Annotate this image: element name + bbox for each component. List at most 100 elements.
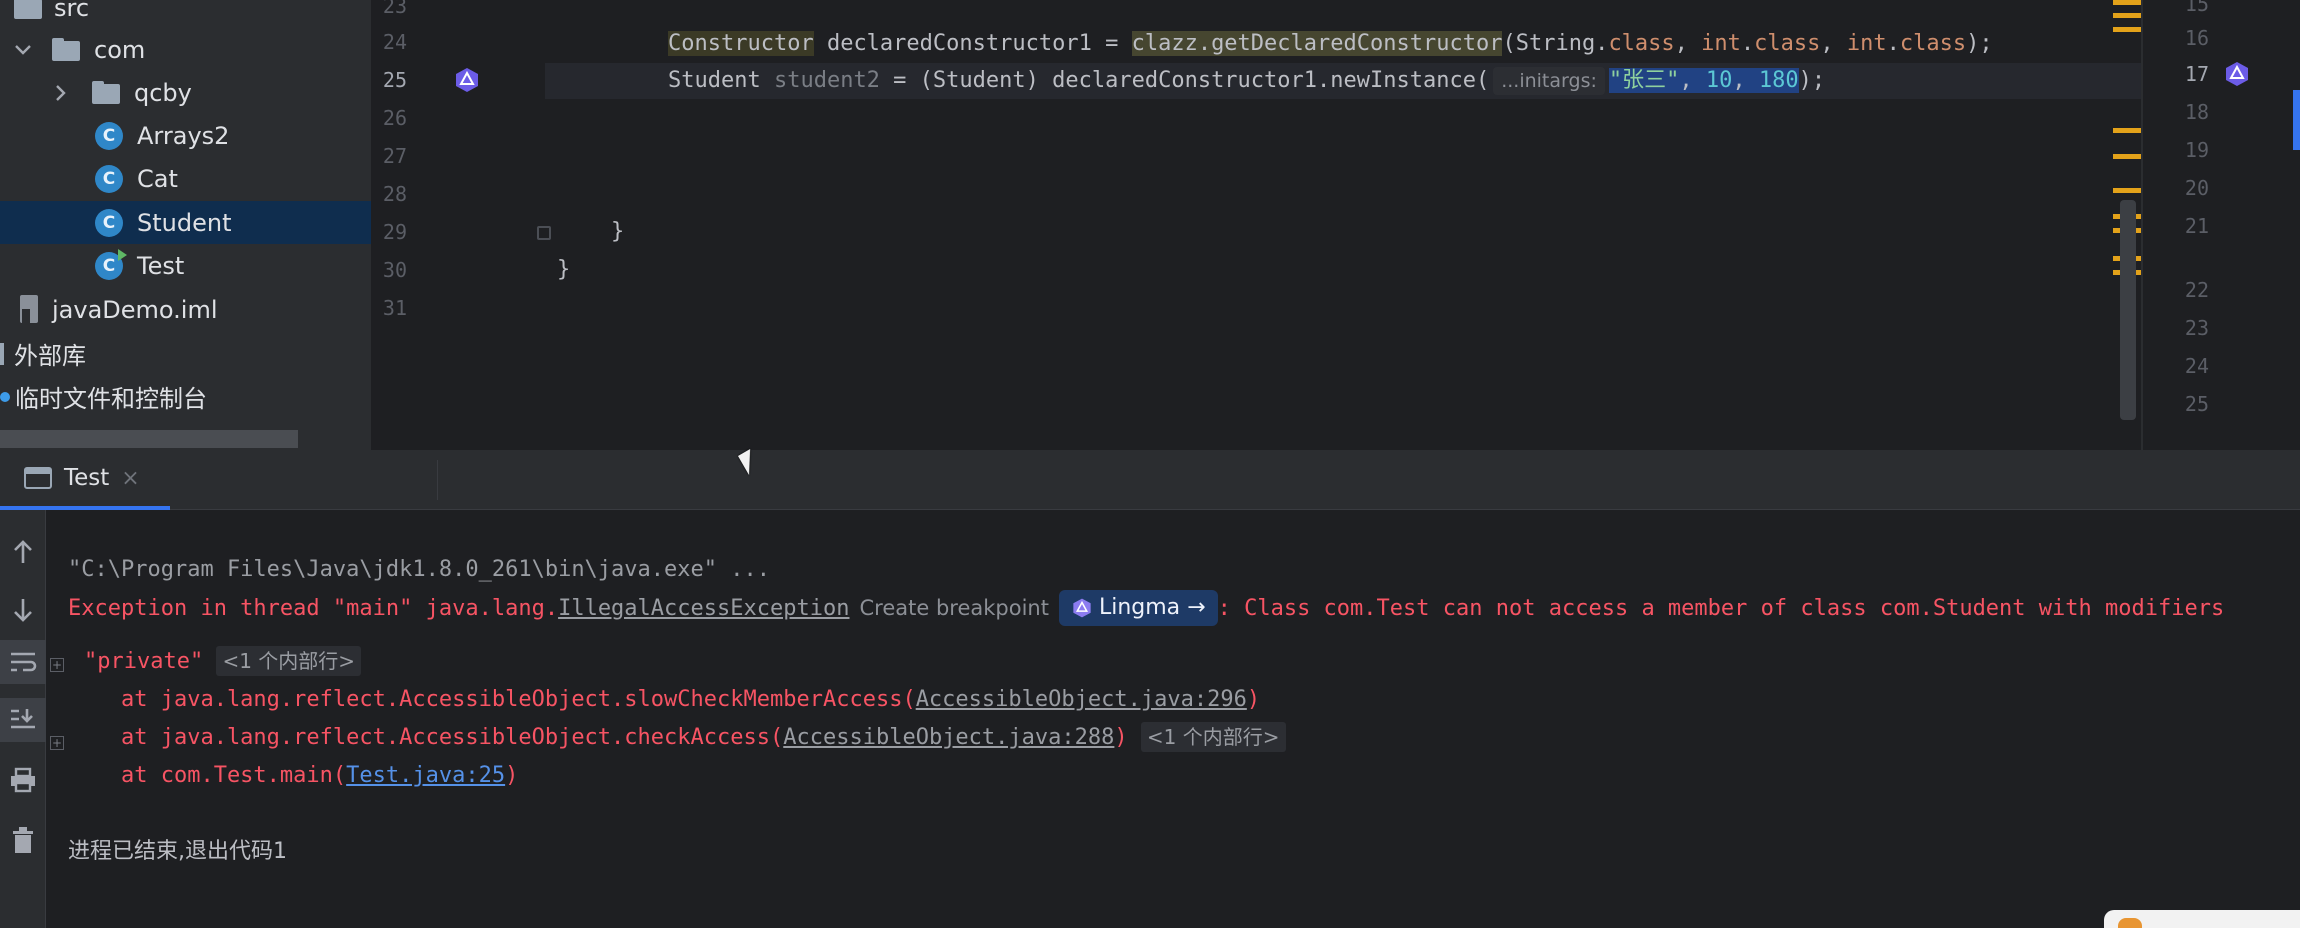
close-icon[interactable]: × xyxy=(121,466,139,491)
line-number: 22 xyxy=(2184,278,2209,302)
tree-item-scratches[interactable]: 临时文件和控制台 xyxy=(0,375,371,418)
tree-item-student[interactable]: C Student xyxy=(0,201,371,244)
frame-source-link[interactable]: AccessibleObject.java:296 xyxy=(916,687,1247,712)
tree-item-cat[interactable]: C Cat xyxy=(0,157,371,200)
lingma-gutter-icon[interactable] xyxy=(453,66,481,94)
token-punct: ); xyxy=(1966,31,1993,56)
editor-vertical-scrollbar[interactable] xyxy=(2120,200,2136,420)
console-exception-line: Exception in thread "main" java.lang.Ill… xyxy=(68,590,2224,626)
line-number: 26 xyxy=(382,106,407,130)
run-tab-strip: Test × xyxy=(0,450,2300,510)
token-string: "张三" xyxy=(1608,68,1680,93)
token-keyword: class xyxy=(1608,31,1675,56)
tree-item-test[interactable]: C Test xyxy=(0,244,371,287)
tree-item-src[interactable]: src xyxy=(0,0,371,29)
warning-mark[interactable] xyxy=(2113,188,2141,193)
console-private-line: "private" <1 个内部行> xyxy=(84,644,362,680)
tree-item-label: com xyxy=(94,35,146,64)
line-number: 23 xyxy=(382,0,407,18)
token-call: clazz.getDeclaredConstructor xyxy=(1131,31,1503,56)
frame-source-link[interactable]: Test.java:25 xyxy=(346,763,505,788)
module-file-icon xyxy=(18,294,42,325)
token-keyword: class xyxy=(1754,31,1821,56)
tree-item-label: Test xyxy=(137,251,185,280)
code-editor[interactable]: 23 24 25 26 27 28 29 30 31 Constructor d… xyxy=(371,0,2141,450)
print-icon[interactable] xyxy=(0,758,46,802)
fold-marker-icon[interactable] xyxy=(537,226,551,240)
line-number: 27 xyxy=(382,144,407,168)
chevron-down-icon[interactable] xyxy=(12,39,34,61)
class-icon: C xyxy=(95,164,123,193)
parameter-hint: ...initargs: xyxy=(1493,67,1605,95)
tree-item-label: Arrays2 xyxy=(137,121,230,150)
lingma-icon xyxy=(1073,598,1091,618)
create-breakpoint-link[interactable]: Create breakpoint xyxy=(849,590,1058,626)
console-command-line: "C:\Program Files\Java\jdk1.8.0_261\bin\… xyxy=(68,557,770,582)
token-unused-var: student2 xyxy=(773,68,880,93)
token-expression: = (Student) declaredConstructor1.newInst… xyxy=(879,68,1490,93)
code-line-29: } xyxy=(611,219,625,244)
frame-text: ) xyxy=(505,763,519,788)
stack-frame: at java.lang.reflect.AccessibleObject.sl… xyxy=(68,682,1260,718)
warning-mark[interactable] xyxy=(2113,27,2141,32)
warning-mark[interactable] xyxy=(2113,0,2141,5)
line-number: 20 xyxy=(2184,176,2209,200)
frame-source-link[interactable]: AccessibleObject.java:288 xyxy=(783,725,1114,750)
tree-item-arrays2[interactable]: C Arrays2 xyxy=(0,114,371,157)
internal-lines-badge[interactable]: <1 个内部行> xyxy=(216,646,362,676)
up-arrow-icon[interactable] xyxy=(0,530,46,574)
split-editor[interactable]: 15 16 17 18 19 20 21 22 23 24 25 xyxy=(2141,0,2300,450)
token-punct: (String. xyxy=(1502,31,1609,56)
tree-item-iml[interactable]: javaDemo.iml xyxy=(0,288,371,331)
token-keyword: int xyxy=(1846,31,1887,56)
token-punct: . xyxy=(1886,31,1900,56)
tree-item-label: 外部库 xyxy=(14,342,86,370)
warning-mark[interactable] xyxy=(2113,128,2141,133)
down-arrow-icon[interactable] xyxy=(0,588,46,632)
chevron-right-icon[interactable] xyxy=(50,82,72,104)
stack-frame: at com.Test.main(Test.java:25) xyxy=(68,758,518,794)
scroll-to-end-icon[interactable] xyxy=(0,698,46,742)
tree-item-qcby[interactable]: qcby xyxy=(0,71,371,114)
tree-item-label: src xyxy=(54,0,90,22)
lingma-gutter-icon[interactable] xyxy=(2223,60,2251,88)
expand-icon[interactable]: + xyxy=(50,658,64,672)
tree-item-external-libs[interactable]: 外部库 xyxy=(0,332,371,375)
internal-lines-badge[interactable]: <1 个内部行> xyxy=(1140,722,1286,752)
run-tool-window: Test × "C:\Program Files\Java\jdk1.8.0_2… xyxy=(0,450,2300,928)
tab-label: Test xyxy=(64,465,110,491)
token-punct: , xyxy=(1679,68,1706,93)
line-number: 24 xyxy=(2184,354,2209,378)
warning-mark[interactable] xyxy=(2113,13,2141,18)
warning-mark[interactable] xyxy=(2113,154,2141,159)
trash-icon[interactable] xyxy=(0,818,46,862)
run-marker-icon xyxy=(118,248,127,261)
selected-args: "张三", 10, 180 xyxy=(1608,68,1799,93)
folder-icon xyxy=(52,37,82,62)
editor-gutter: 23 24 25 26 27 28 29 30 31 xyxy=(371,0,551,450)
line-number: 16 xyxy=(2184,26,2209,50)
tab-run-test[interactable]: Test × xyxy=(0,450,170,510)
tree-item-label: Cat xyxy=(137,164,178,193)
frame-text: ) xyxy=(1246,687,1261,712)
token-punct: ); xyxy=(1798,68,1826,93)
horizontal-scrollbar[interactable] xyxy=(0,430,298,448)
frame-text: at java.lang.reflect.AccessibleObject.sl… xyxy=(68,687,916,712)
line-number: 23 xyxy=(2184,316,2209,340)
tab-divider xyxy=(437,460,438,500)
stack-frame: at java.lang.reflect.AccessibleObject.ch… xyxy=(68,720,1286,756)
line-number: 24 xyxy=(382,30,407,54)
token-var: declaredConstructor1 = xyxy=(813,31,1132,56)
line-number: 25 xyxy=(2184,392,2209,416)
soft-wrap-icon[interactable] xyxy=(0,640,46,684)
lingma-button[interactable]: Lingma → xyxy=(1058,590,1218,626)
expand-icon[interactable]: + xyxy=(50,736,64,750)
console-output[interactable]: "C:\Program Files\Java\jdk1.8.0_261\bin\… xyxy=(46,510,2300,928)
line-number: 15 xyxy=(2184,0,2209,16)
exception-class-link[interactable]: IllegalAccessException xyxy=(558,596,849,621)
class-icon: C xyxy=(95,121,123,150)
tree-item-com[interactable]: com xyxy=(0,28,371,71)
folder-icon xyxy=(92,80,122,105)
tree-item-label: qcby xyxy=(134,78,192,107)
notification-popup[interactable] xyxy=(2104,910,2300,928)
